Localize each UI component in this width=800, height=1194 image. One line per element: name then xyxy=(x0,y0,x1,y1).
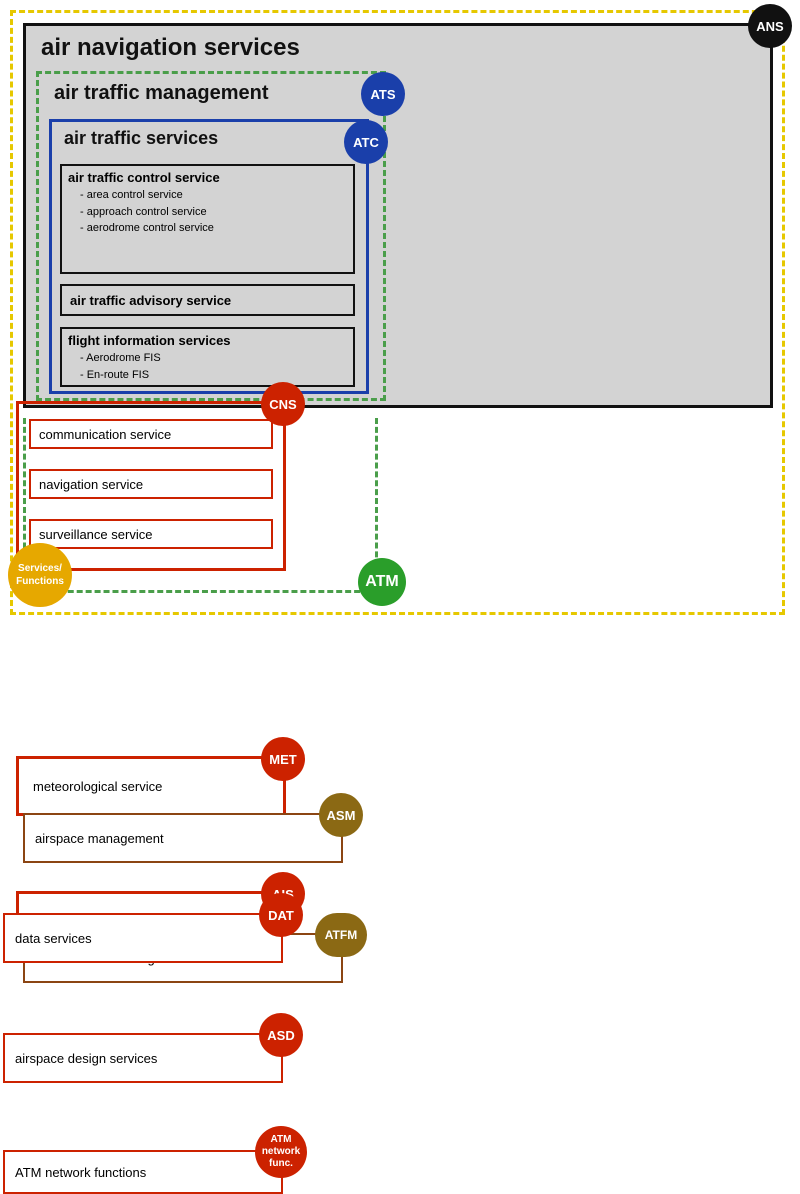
atm-network-label: ATM network functions xyxy=(15,1165,146,1180)
met-badge: MET xyxy=(261,737,305,781)
asd-box: ASD airspace design services xyxy=(3,1033,283,1083)
dat-label: data services xyxy=(15,931,92,946)
atm-badge: ATM xyxy=(358,558,406,606)
ans-title: air navigation services xyxy=(41,34,300,62)
asm-badge: ASM xyxy=(319,793,363,837)
atm-title: air traffic management xyxy=(54,82,269,105)
atfm-badge: ATFM xyxy=(315,913,367,957)
met-box: MET meteorological service xyxy=(16,756,286,816)
ans-badge: ANS xyxy=(748,4,792,48)
atc-badge: ATC xyxy=(344,120,388,164)
advisory-label: air traffic advisory service xyxy=(70,293,231,308)
services-functions-badge: Services/ Functions xyxy=(8,543,72,607)
fis-title: flight information services xyxy=(62,329,353,350)
cns-badge: CNS xyxy=(261,382,305,426)
atc-items: - area control service - approach contro… xyxy=(62,187,353,237)
atm-network-box: ATM network func. ATM network functions xyxy=(3,1150,283,1194)
dat-box: DAT data services xyxy=(3,913,283,963)
dat-badge: DAT xyxy=(259,893,303,937)
asm-label: airspace management xyxy=(35,831,164,846)
advisory-box: air traffic advisory service xyxy=(60,284,355,316)
asd-label: airspace design services xyxy=(15,1051,157,1066)
asm-box: ASM airspace management xyxy=(23,813,343,863)
atm-dashed-extension xyxy=(23,418,378,593)
atc-box: air traffic control service - area contr… xyxy=(60,164,355,274)
ans-box: ANS air navigation services ATS air traf… xyxy=(23,23,773,408)
atc-item-2: - approach control service xyxy=(80,204,353,221)
ats-title: air traffic services xyxy=(64,128,218,149)
ats-badge: ATS xyxy=(361,72,405,116)
atc-item-3: - aerodrome control service xyxy=(80,220,353,237)
atm-dashed-box: ATS air traffic management ATC air traff… xyxy=(36,71,386,401)
atc-item-1: - area control service xyxy=(80,187,353,204)
asd-badge: ASD xyxy=(259,1013,303,1057)
fis-box: flight information services - Aerodrome … xyxy=(60,327,355,387)
atm-network-badge: ATM network func. xyxy=(255,1126,307,1178)
outer-container: Services/ Functions ANS air navigation s… xyxy=(10,10,785,615)
ats-box: ATC air traffic services air traffic con… xyxy=(49,119,369,394)
fis-items: - Aerodrome FIS - En-route FIS xyxy=(62,350,353,383)
fis-item-2: - En-route FIS xyxy=(80,367,353,384)
fis-item-1: - Aerodrome FIS xyxy=(80,350,353,367)
met-label: meteorological service xyxy=(33,779,162,794)
atc-title: air traffic control service xyxy=(62,166,353,187)
